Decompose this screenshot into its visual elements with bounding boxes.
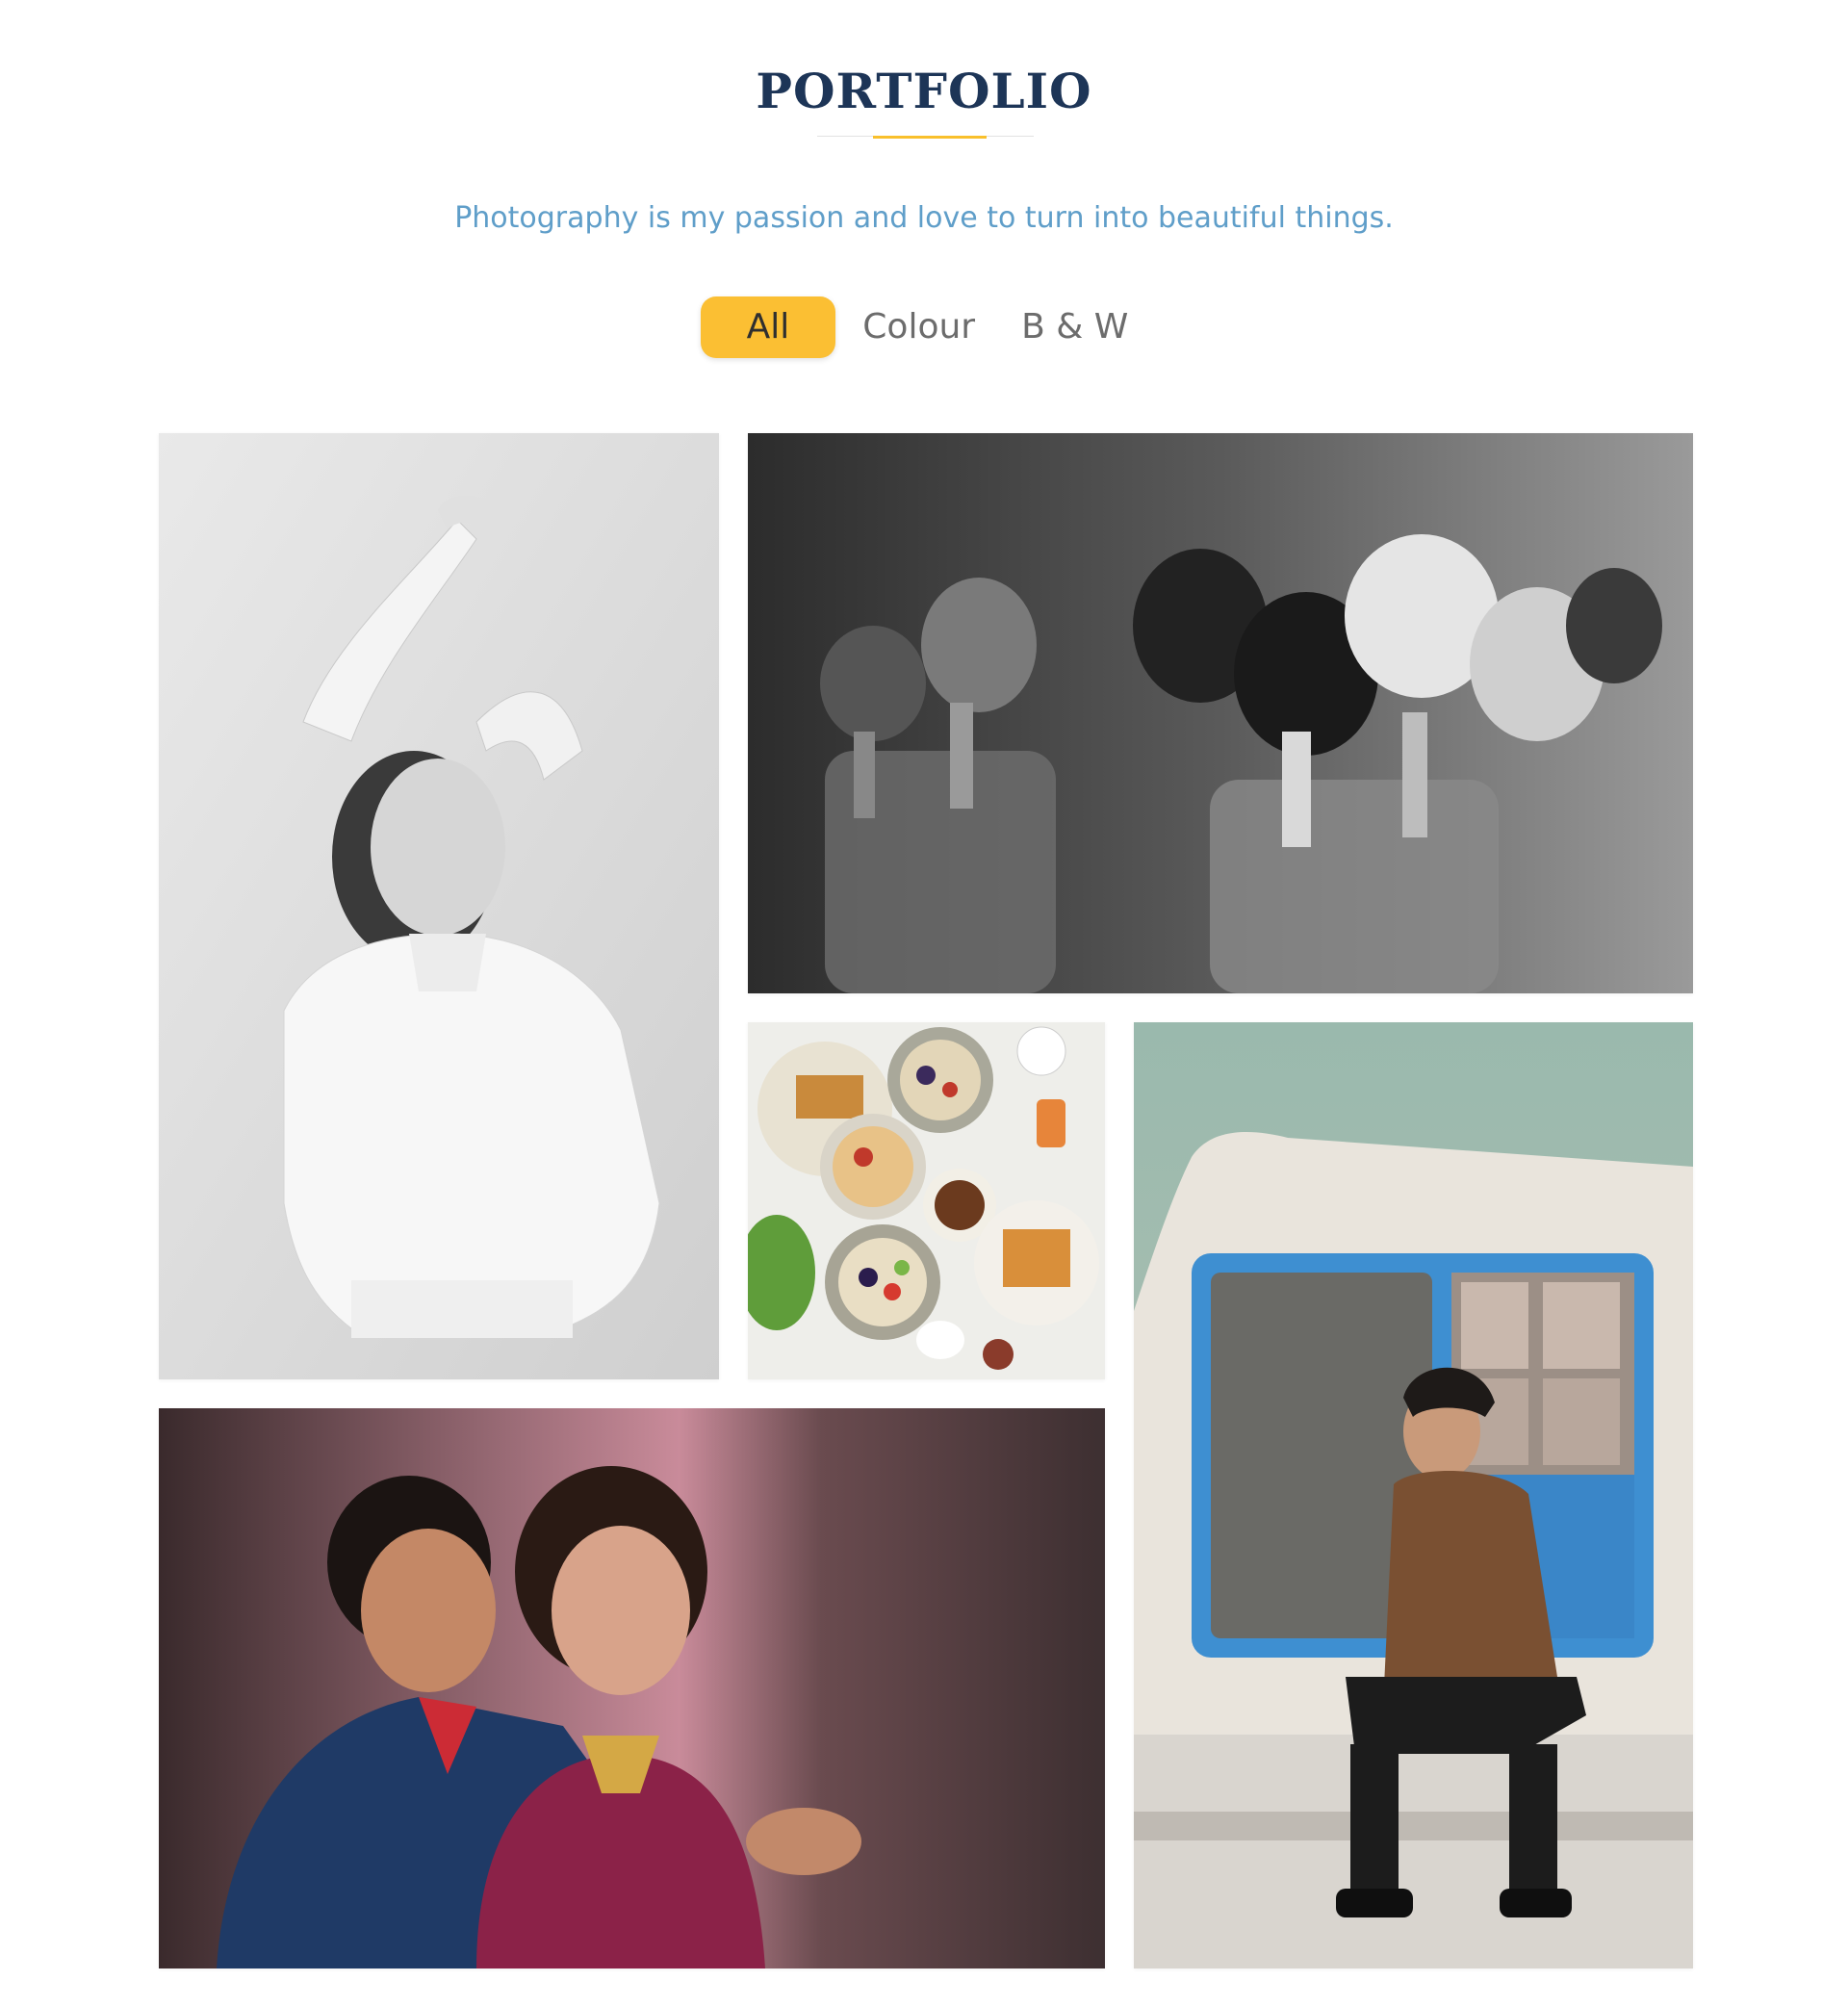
filter-bar: All Colour B & W bbox=[0, 296, 1848, 358]
gallery-item-breakfast[interactable] bbox=[748, 1022, 1105, 1379]
filter-all-button[interactable]: All bbox=[700, 296, 836, 358]
makeup-brushes-image bbox=[748, 433, 1693, 993]
breakfast-image bbox=[748, 1022, 1105, 1379]
woman-portrait-image bbox=[159, 433, 719, 1379]
section-subtitle: Photography is my passion and love to tu… bbox=[454, 201, 1394, 235]
filter-colour-button[interactable]: Colour bbox=[843, 296, 994, 358]
gallery-item-woman-portrait[interactable] bbox=[159, 433, 719, 1379]
gallery-item-couple[interactable] bbox=[159, 1408, 1105, 1968]
gallery-item-man-blue-window[interactable] bbox=[1134, 1022, 1693, 1968]
couple-image bbox=[159, 1408, 1105, 1968]
title-divider-accent bbox=[873, 136, 987, 139]
filter-bw-button[interactable]: B & W bbox=[1002, 296, 1147, 358]
page-title: PORTFOLIO bbox=[756, 63, 1092, 119]
gallery-item-makeup-brushes[interactable] bbox=[748, 433, 1693, 993]
man-blue-window-image bbox=[1134, 1022, 1693, 1968]
